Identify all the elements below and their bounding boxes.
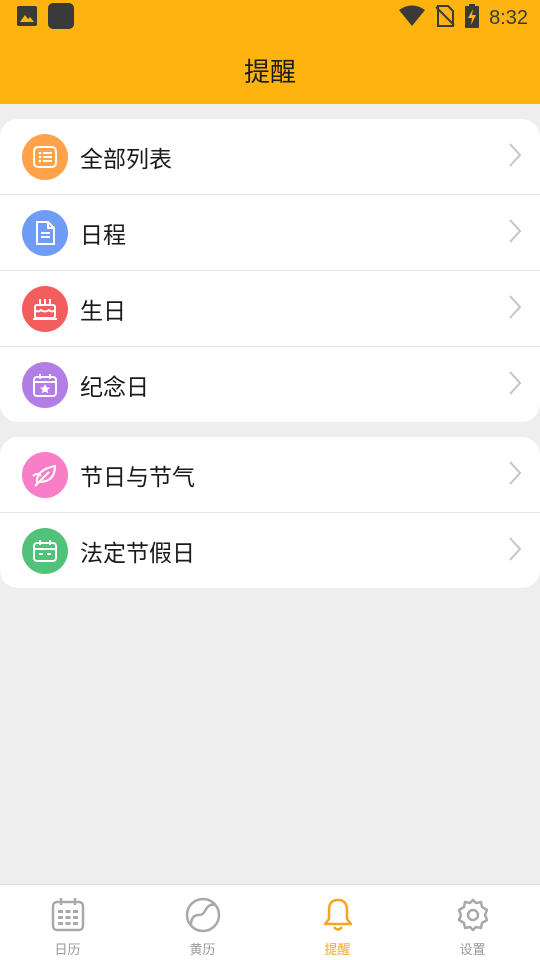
list-item-birthday[interactable]: 生日 xyxy=(0,271,540,347)
battery-charging-icon xyxy=(465,4,480,32)
calendar-icon xyxy=(22,528,68,574)
reminder-group-holidays: 节日与节气 法定节假日 xyxy=(0,437,540,588)
chevron-right-icon xyxy=(508,142,522,172)
list-item-festival[interactable]: 节日与节气 xyxy=(0,437,540,513)
chevron-right-icon xyxy=(508,460,522,490)
chevron-right-icon xyxy=(508,294,522,324)
list-item-anniversary[interactable]: 纪念日 xyxy=(0,347,540,422)
leaf-icon xyxy=(22,451,68,498)
yin-yang-icon xyxy=(185,897,221,937)
list-item-label: 日程 xyxy=(80,222,126,249)
tab-label: 日历 xyxy=(54,943,81,958)
chevron-right-icon xyxy=(508,370,522,400)
tab-label: 设置 xyxy=(459,943,486,958)
list-item-holiday[interactable]: 法定节假日 xyxy=(0,513,540,588)
bottom-tab-bar: 日历 黄历 提醒 设置 xyxy=(0,884,540,960)
list-item-label: 生日 xyxy=(80,298,126,325)
list-item-schedule[interactable]: 日程 xyxy=(0,195,540,271)
list-item-label: 节日与节气 xyxy=(80,464,195,491)
wifi-icon xyxy=(399,5,426,31)
status-right: 8:32 xyxy=(399,4,528,32)
document-icon xyxy=(22,209,68,256)
cake-icon xyxy=(22,285,68,332)
header: 提醒 xyxy=(0,36,540,104)
list-icon xyxy=(22,133,68,180)
tab-label: 黄历 xyxy=(189,943,216,958)
no-sim-icon xyxy=(435,5,455,31)
list-item-label: 法定节假日 xyxy=(80,541,195,567)
chevron-right-icon xyxy=(508,536,522,566)
tab-reminder[interactable]: 提醒 xyxy=(270,885,405,960)
app-icon xyxy=(48,3,74,33)
page-title: 提醒 xyxy=(243,57,296,88)
image-icon xyxy=(16,5,38,31)
tab-label: 提醒 xyxy=(324,943,351,958)
status-time: 8:32 xyxy=(489,6,528,29)
tab-settings[interactable]: 设置 xyxy=(405,885,540,960)
tab-almanac[interactable]: 黄历 xyxy=(135,885,270,960)
list-item-label: 纪念日 xyxy=(80,375,149,401)
list-item-label: 全部列表 xyxy=(80,146,172,173)
tab-calendar[interactable]: 日历 xyxy=(0,885,135,960)
gear-icon xyxy=(455,897,491,937)
status-left xyxy=(16,3,74,33)
bell-icon xyxy=(320,897,356,937)
status-bar: 8:32 xyxy=(0,0,540,36)
calendar-star-icon xyxy=(22,362,68,408)
calendar-icon xyxy=(50,897,86,937)
chevron-right-icon xyxy=(508,218,522,248)
list-item-all[interactable]: 全部列表 xyxy=(0,119,540,195)
reminder-group-main: 全部列表 日程 生日 纪念日 xyxy=(0,119,540,422)
